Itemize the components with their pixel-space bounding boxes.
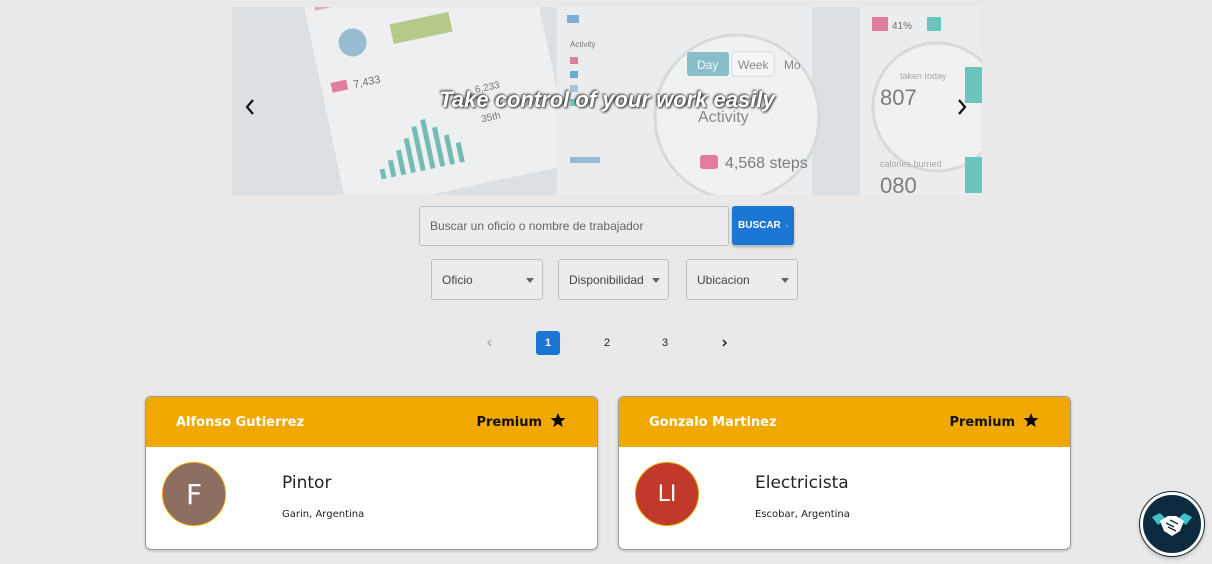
worker-trade: Electricista <box>755 473 849 493</box>
worker-trade: Pintor <box>282 473 332 493</box>
filter-oficio[interactable]: Oficio <box>431 259 543 300</box>
caret-down-icon <box>526 278 534 283</box>
pagination-prev-button[interactable] <box>478 331 502 355</box>
star-icon <box>550 413 566 427</box>
filter-label: Disponibilidad <box>569 272 644 287</box>
worker-name: Alfonso Gutierrez <box>176 415 305 430</box>
worker-location: Garin, Argentina <box>282 509 365 520</box>
worker-card[interactable]: Alfonso Gutierrez Premium F Pintor Garin… <box>145 396 598 550</box>
worker-name: Gonzalo Martinez <box>649 415 777 430</box>
chevron-right-icon <box>722 339 727 347</box>
pagination-page-3[interactable]: 3 <box>653 331 677 355</box>
carousel-prev-button[interactable] <box>238 93 262 121</box>
carousel-next-button[interactable] <box>950 93 974 121</box>
chat-floating-button[interactable] <box>1140 492 1204 556</box>
pagination-page-2[interactable]: 2 <box>595 331 619 355</box>
worker-tier-badge: Premium <box>476 415 542 430</box>
star-icon <box>1023 413 1039 427</box>
carousel-caption: Take control of your work easily <box>439 87 775 112</box>
chevron-right-icon <box>958 99 967 115</box>
avatar: F <box>162 462 226 526</box>
handshake-icon <box>1152 513 1192 536</box>
filter-label: Oficio <box>442 272 473 287</box>
pagination-next-button[interactable] <box>712 331 736 355</box>
avatar: LI <box>635 462 699 526</box>
search-button-label: BUSCAR <box>738 220 781 231</box>
hero-carousel: 7,433 6,233 35th Activity Day Week Mo Ac… <box>232 7 982 195</box>
worker-card-header: Alfonso Gutierrez Premium <box>146 397 597 447</box>
chevron-left-icon <box>245 99 254 115</box>
worker-card[interactable]: Gonzalo Martinez Premium LI Electricista… <box>618 396 1071 550</box>
worker-location: Escobar, Argentina <box>755 509 850 520</box>
filter-label: Ubicacion <box>697 272 750 287</box>
search-input[interactable] <box>419 206 729 246</box>
pagination-page-1[interactable]: 1 <box>536 331 560 355</box>
search-icon <box>785 224 788 227</box>
filter-ubicacion[interactable]: Ubicacion <box>686 259 798 300</box>
caret-down-icon <box>781 278 789 283</box>
worker-tier-badge: Premium <box>949 415 1015 430</box>
search-button[interactable]: BUSCAR <box>732 206 794 245</box>
caret-down-icon <box>652 278 660 283</box>
chevron-left-icon <box>487 339 492 347</box>
worker-card-header: Gonzalo Martinez Premium <box>619 397 1070 447</box>
filter-disponibilidad[interactable]: Disponibilidad <box>558 259 669 300</box>
